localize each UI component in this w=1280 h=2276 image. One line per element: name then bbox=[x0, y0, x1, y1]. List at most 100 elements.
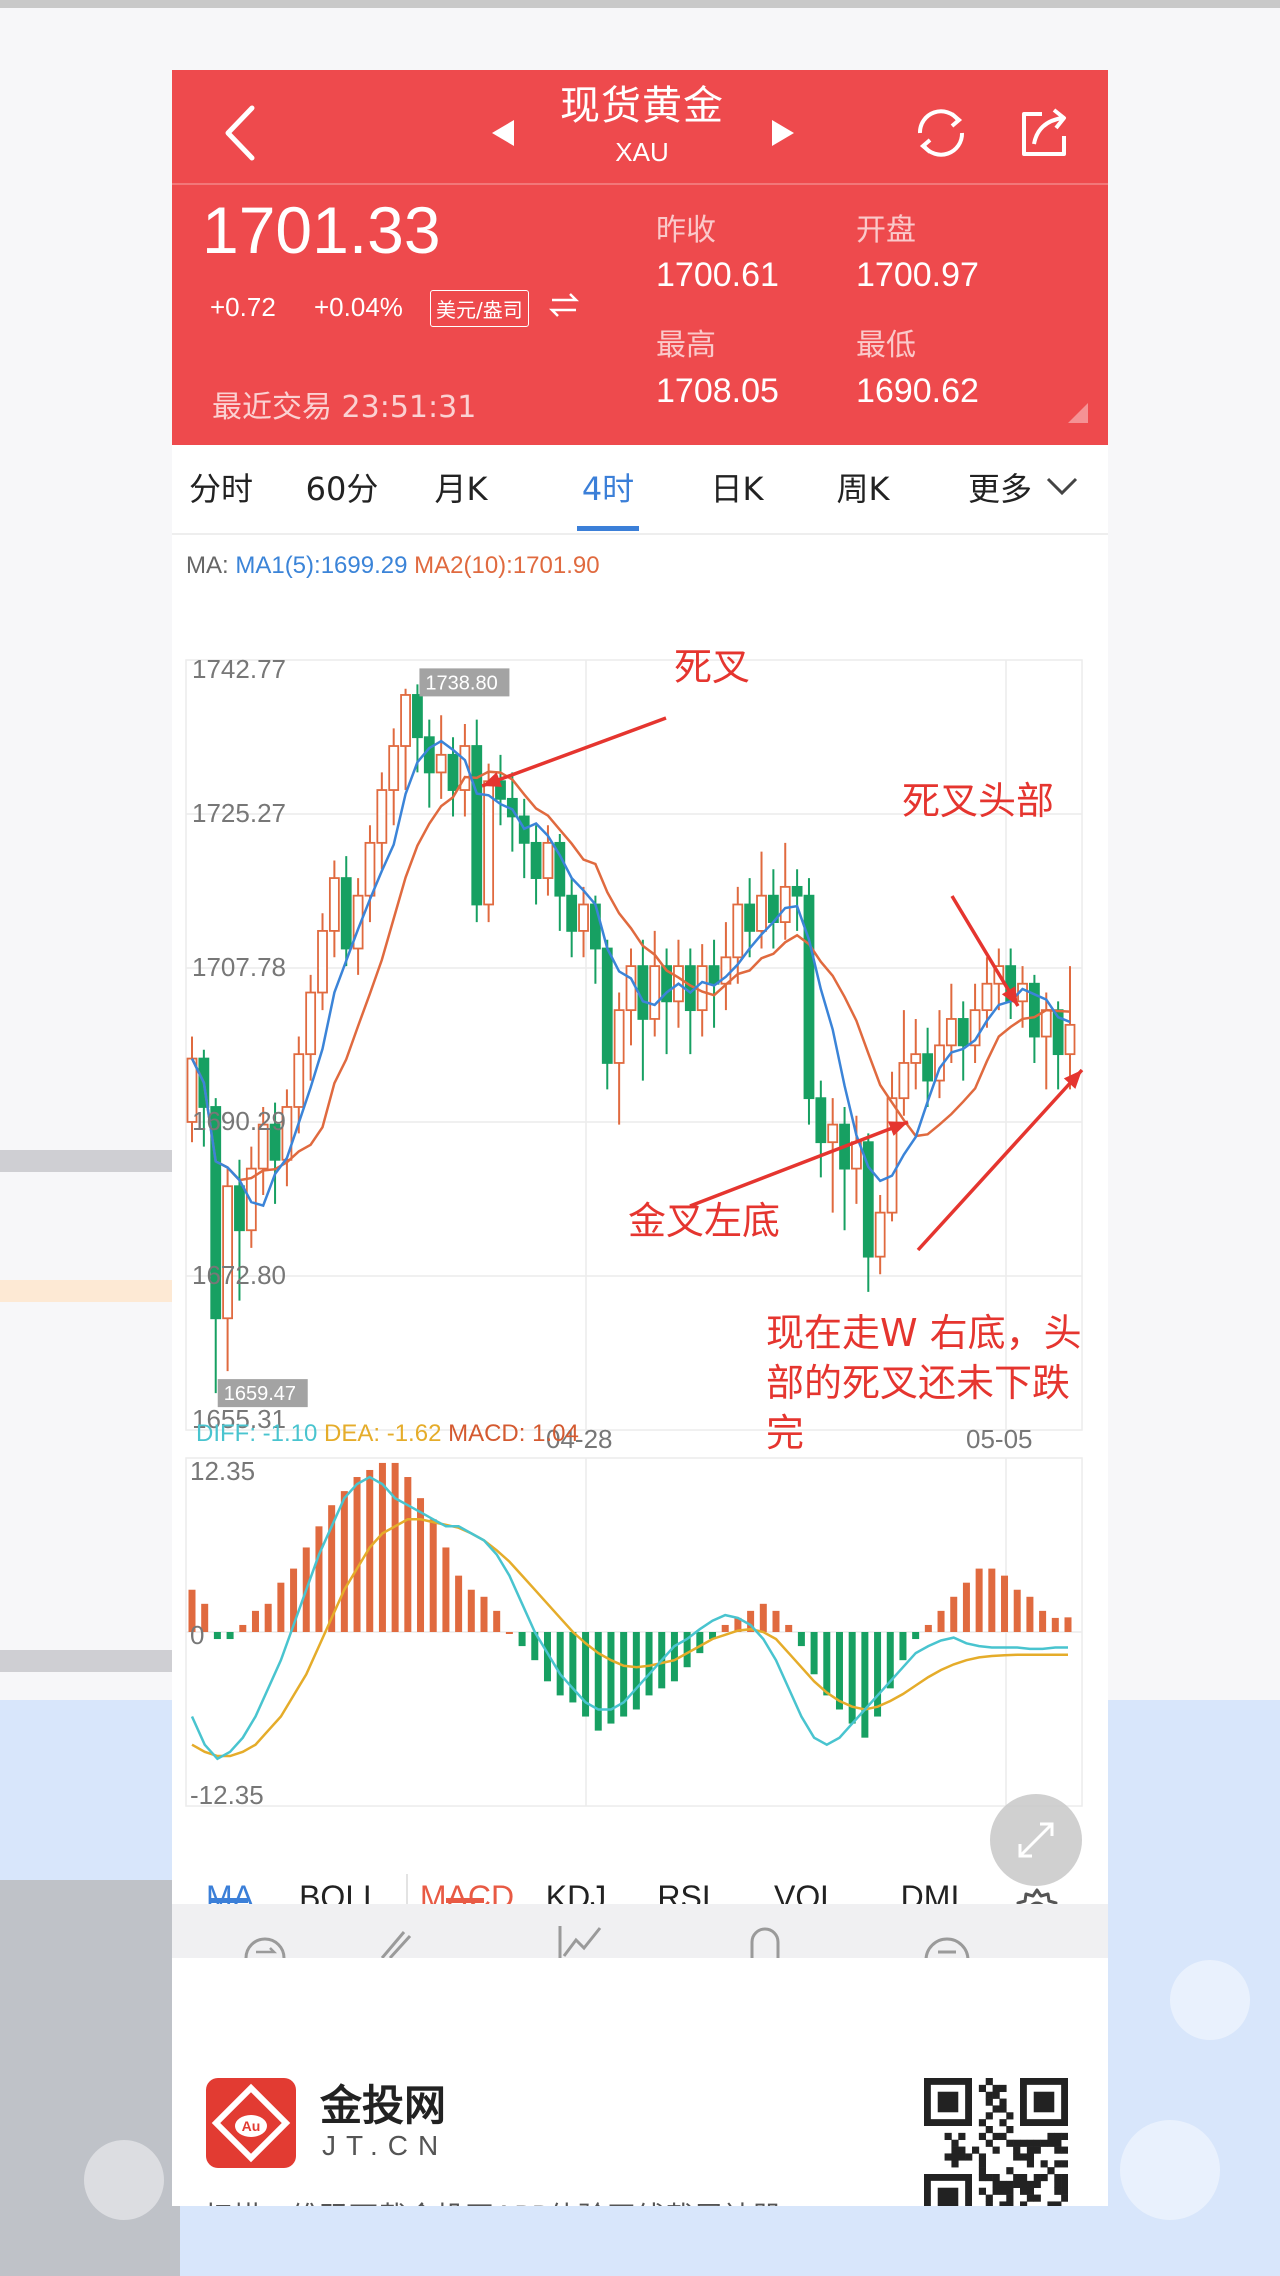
qr-module bbox=[1026, 2139, 1035, 2147]
qr-finder-core bbox=[937, 2187, 959, 2206]
candle-body bbox=[293, 1053, 305, 1108]
annotation-w-line3: 完 bbox=[766, 1411, 805, 1455]
qr-module bbox=[951, 2139, 959, 2147]
tab-more[interactable]: 更多 bbox=[962, 445, 1038, 535]
qr-module bbox=[992, 2132, 1000, 2141]
candle-body bbox=[886, 1097, 898, 1214]
qr-module bbox=[978, 2167, 987, 2175]
tab-weekly[interactable]: 周K bbox=[828, 445, 898, 535]
macd-bar bbox=[950, 1596, 958, 1632]
macd-bar bbox=[924, 1624, 932, 1632]
previous-instrument-icon[interactable] bbox=[492, 120, 514, 146]
bell-icon[interactable] bbox=[740, 1920, 790, 1960]
price-change: +0.72 bbox=[210, 292, 276, 322]
recent-trade-time: 23:51:31 bbox=[341, 390, 477, 425]
background-circle bbox=[1170, 1960, 1250, 2040]
tab-monthly[interactable]: 月K bbox=[426, 445, 496, 535]
qr-module bbox=[1020, 2153, 1028, 2161]
qr-module bbox=[1006, 2167, 1014, 2175]
qr-module bbox=[1033, 2194, 1041, 2202]
qr-module bbox=[985, 2126, 993, 2134]
macd-bar bbox=[1064, 1617, 1072, 1632]
qr-module bbox=[1047, 2167, 1055, 2175]
qr-module bbox=[985, 2091, 993, 2099]
back-arrow-icon[interactable] bbox=[212, 98, 268, 168]
macd-bar bbox=[823, 1632, 831, 1696]
candle-body bbox=[791, 885, 803, 897]
tab-4hour[interactable]: 4时 bbox=[570, 445, 646, 535]
qr-finder-core bbox=[1033, 2091, 1055, 2113]
macd-tick-label: 0 bbox=[190, 1620, 204, 1650]
qr-module bbox=[1054, 2180, 1062, 2189]
swap-tool-icon[interactable] bbox=[240, 1920, 290, 1960]
candle-body bbox=[756, 894, 767, 932]
qr-module bbox=[992, 2146, 1000, 2154]
qr-code[interactable] bbox=[924, 2078, 1068, 2206]
macd-bar bbox=[696, 1632, 704, 1654]
swap-unit-icon[interactable] bbox=[548, 290, 580, 320]
qr-module bbox=[978, 2132, 987, 2141]
qr-module bbox=[1026, 2180, 1035, 2189]
instrument-switcher: 现货黄金 XAU bbox=[432, 78, 852, 188]
qr-module bbox=[992, 2091, 1000, 2099]
qr-module bbox=[958, 2153, 966, 2161]
qr-module bbox=[1006, 2187, 1014, 2195]
qr-module bbox=[978, 2174, 987, 2182]
qr-module bbox=[1054, 2187, 1062, 2195]
macd-bar bbox=[264, 1603, 272, 1632]
qr-module bbox=[1061, 2174, 1068, 2182]
tab-daily[interactable]: 日K bbox=[702, 445, 772, 535]
qr-module bbox=[1061, 2187, 1068, 2195]
chevron-down-icon[interactable] bbox=[1044, 475, 1080, 499]
candle-body bbox=[945, 1018, 957, 1047]
qr-module bbox=[944, 2132, 952, 2141]
qr-module bbox=[1006, 2180, 1014, 2189]
qr-module bbox=[985, 2112, 993, 2120]
next-instrument-icon[interactable] bbox=[772, 120, 794, 146]
macd-bar bbox=[277, 1582, 285, 1632]
macd-bar bbox=[874, 1632, 882, 1717]
candle-body bbox=[1040, 1009, 1052, 1038]
qr-module bbox=[978, 2187, 987, 2195]
pencil-icon[interactable] bbox=[368, 1920, 418, 1960]
refresh-icon[interactable] bbox=[908, 100, 974, 166]
tab-timeshare[interactable]: 分时 bbox=[186, 445, 256, 535]
line-tool-icon[interactable] bbox=[556, 1920, 606, 1960]
annotation-death-cross: 死叉 bbox=[674, 645, 751, 689]
qr-module bbox=[1047, 2201, 1055, 2206]
qr-module bbox=[999, 2098, 1007, 2106]
minus-circle-icon[interactable] bbox=[922, 1920, 972, 1960]
qr-module bbox=[1047, 2139, 1055, 2147]
annotation-golden-cross-left: 金叉左底 bbox=[628, 1199, 781, 1243]
candle-body bbox=[981, 982, 993, 1012]
qr-module bbox=[1040, 2174, 1048, 2182]
background-orange-band bbox=[0, 1280, 172, 1302]
candle-body bbox=[957, 1018, 969, 1047]
header-divider bbox=[172, 183, 1108, 185]
qr-module bbox=[999, 2119, 1007, 2127]
qr-module bbox=[978, 2084, 987, 2093]
macd-bar bbox=[1026, 1596, 1034, 1632]
macd-bar bbox=[1001, 1575, 1009, 1632]
qr-module bbox=[999, 2105, 1007, 2113]
qr-module bbox=[992, 2105, 1000, 2113]
macd-bar bbox=[861, 1632, 869, 1738]
prev-close-value: 1700.61 bbox=[656, 256, 779, 294]
background-band bbox=[0, 1650, 172, 1672]
qr-module bbox=[985, 2098, 993, 2106]
macd-bar bbox=[1013, 1589, 1021, 1632]
qr-module bbox=[992, 2084, 1000, 2093]
annotation-arrow bbox=[916, 1068, 1084, 1252]
share-icon[interactable] bbox=[1012, 100, 1078, 166]
low-label: 最低 bbox=[856, 328, 916, 363]
qr-module bbox=[1054, 2139, 1062, 2147]
macd-bar bbox=[785, 1624, 793, 1632]
candle-body bbox=[578, 903, 589, 932]
tab-60min[interactable]: 60分 bbox=[302, 445, 382, 535]
candle-body bbox=[744, 903, 756, 932]
qr-module bbox=[1006, 2126, 1014, 2134]
candle-body bbox=[1064, 1023, 1076, 1056]
candle-body bbox=[732, 903, 744, 959]
price-unit-badge: 美元/盎司 bbox=[430, 290, 529, 327]
qr-module bbox=[1026, 2153, 1035, 2161]
